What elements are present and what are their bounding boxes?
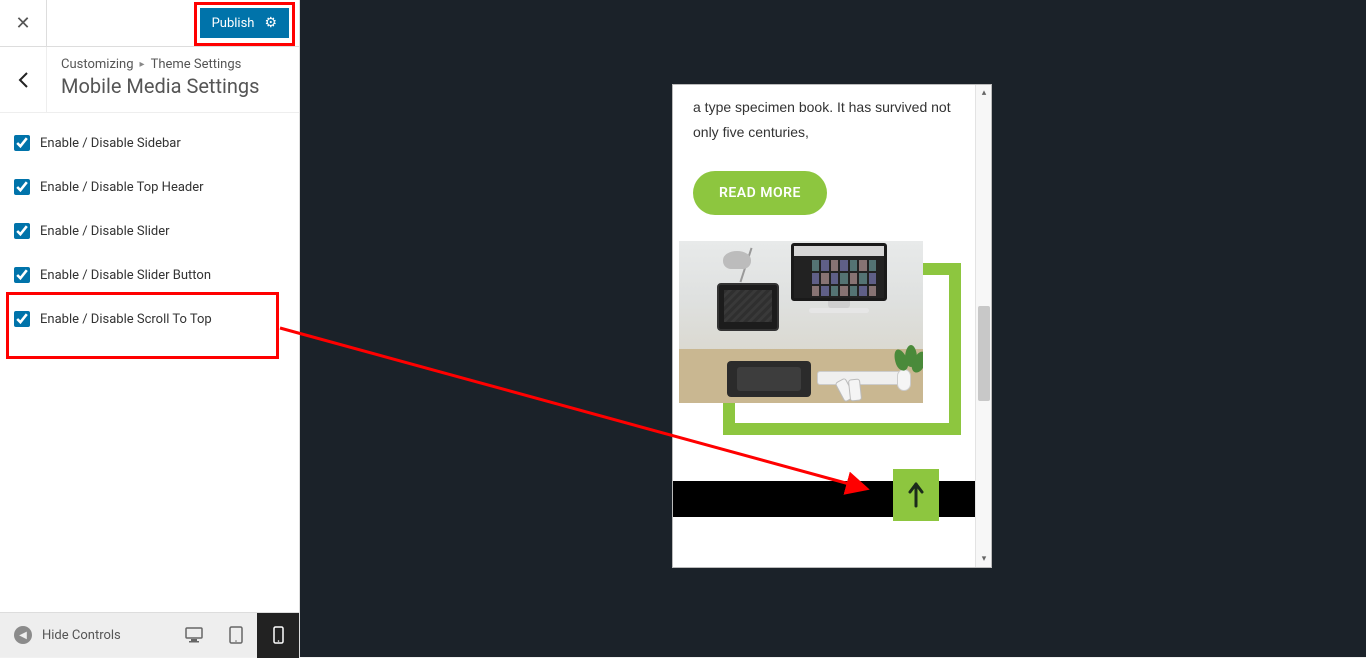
control-item[interactable]: Enable / Disable Slider — [0, 209, 299, 253]
publish-label: Publish — [212, 16, 255, 31]
control-item[interactable]: Enable / Disable Scroll To Top — [0, 297, 299, 341]
preview-scrollbar[interactable]: ▴ ▾ — [975, 85, 991, 567]
customizer-footer: ◀ Hide Controls — [0, 612, 299, 657]
control-label: Enable / Disable Scroll To Top — [40, 312, 212, 327]
breadcrumb: Customizing ▸ Theme Settings — [61, 57, 259, 72]
preview-area: a type specimen book. It has survived no… — [300, 0, 1366, 657]
control-label: Enable / Disable Slider Button — [40, 268, 211, 283]
hero-image — [679, 241, 923, 403]
close-customizer-button[interactable]: ✕ — [0, 0, 47, 47]
scroll-down-icon: ▾ — [976, 551, 992, 567]
breadcrumb-section: Theme Settings — [151, 57, 242, 72]
control-label: Enable / Disable Top Header — [40, 180, 204, 195]
tablet-icon — [229, 626, 243, 644]
scroll-up-icon: ▴ — [976, 85, 992, 101]
control-checkbox[interactable] — [14, 135, 30, 151]
hero-image-block — [693, 241, 953, 441]
scroll-to-top-button[interactable] — [893, 469, 939, 521]
controls-list: Enable / Disable Sidebar Enable / Disable… — [0, 113, 299, 349]
chevron-left-icon — [18, 72, 28, 88]
control-label: Enable / Disable Slider — [40, 224, 170, 239]
chevron-right-icon: ▸ — [140, 59, 145, 70]
scrollbar-thumb[interactable] — [978, 306, 990, 401]
breadcrumb-root: Customizing — [61, 57, 134, 72]
collapse-left-icon: ◀ — [14, 626, 32, 644]
gear-icon: ⚙ — [264, 15, 277, 31]
customizer-sidebar: ✕ Publish ⚙ Customizing ▸ Theme Settings… — [0, 0, 300, 657]
breadcrumb-row: Customizing ▸ Theme Settings Mobile Medi… — [0, 47, 299, 113]
control-item[interactable]: Enable / Disable Sidebar — [0, 121, 299, 165]
device-mobile-button[interactable] — [257, 613, 299, 658]
desktop-icon — [185, 627, 203, 643]
control-checkbox[interactable] — [14, 223, 30, 239]
body-text: a type specimen book. It has survived no… — [693, 95, 953, 145]
device-desktop-button[interactable] — [173, 613, 215, 658]
publish-button[interactable]: Publish ⚙ — [200, 8, 289, 38]
hide-controls-label: Hide Controls — [42, 628, 121, 643]
control-checkbox[interactable] — [14, 311, 30, 327]
control-item[interactable]: Enable / Disable Top Header — [0, 165, 299, 209]
device-preview-buttons — [173, 613, 299, 658]
customizer-topbar: ✕ Publish ⚙ — [0, 0, 299, 47]
read-more-button[interactable]: READ MORE — [693, 171, 827, 215]
control-label: Enable / Disable Sidebar — [40, 136, 181, 151]
control-checkbox[interactable] — [14, 179, 30, 195]
control-item[interactable]: Enable / Disable Slider Button — [0, 253, 299, 297]
mobile-preview-frame: a type specimen book. It has survived no… — [672, 84, 992, 568]
device-tablet-button[interactable] — [215, 613, 257, 658]
hide-controls-button[interactable]: ◀ Hide Controls — [0, 626, 135, 644]
mobile-icon — [273, 626, 284, 644]
preview-content: a type specimen book. It has survived no… — [673, 85, 973, 517]
arrow-up-icon — [906, 482, 926, 508]
control-checkbox[interactable] — [14, 267, 30, 283]
panel-title: Mobile Media Settings — [61, 74, 259, 98]
back-button[interactable] — [0, 47, 47, 112]
